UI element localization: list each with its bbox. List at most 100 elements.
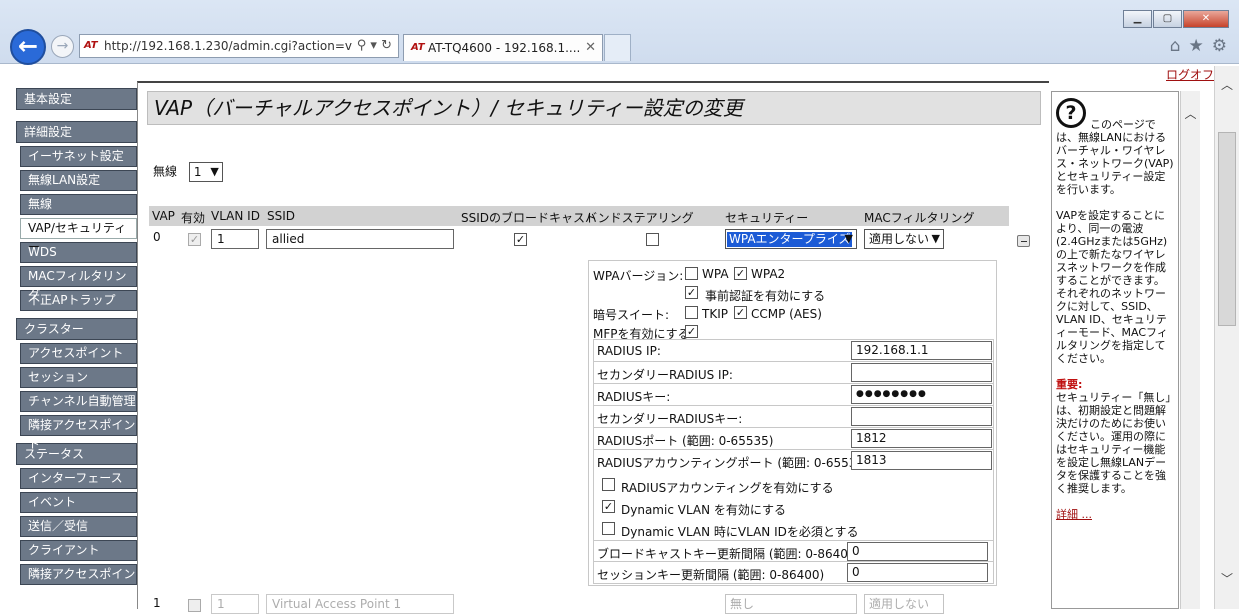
back-button[interactable]: ←	[10, 29, 46, 65]
radius-port-label: RADIUSポート (範囲: 0-65535)	[597, 434, 774, 448]
scroll-down-icon[interactable]: ﹀	[1215, 570, 1239, 587]
nav-item-neighbor-ap[interactable]: 隣接アクセスポイント	[20, 415, 137, 451]
vlan-id-input[interactable]: 1	[211, 229, 259, 249]
radius-key-row: RADIUSキー: ●●●●●●●●	[594, 384, 993, 406]
help-important-label: 重要:	[1056, 378, 1083, 391]
radio-select-value: 1	[193, 165, 202, 179]
secondary-radius-ip-input[interactable]	[851, 363, 992, 382]
ccmp-label: CCMP (AES)	[751, 307, 822, 321]
radius-acct-port-label: RADIUSアカウンティングポート (範囲: 0-65535)	[597, 456, 869, 470]
radius-port-input[interactable]: 1812	[851, 429, 992, 448]
mac-filter-select-row1[interactable]: 適用しない	[864, 594, 944, 614]
nav-section-advanced[interactable]: 詳細設定	[16, 121, 137, 143]
dynamic-vlan-checkbox[interactable]: ✓	[602, 500, 615, 513]
scroll-thumb[interactable]	[1218, 132, 1236, 326]
radius-accounting-label: RADIUSアカウンティングを有効にする	[621, 481, 834, 495]
security-select[interactable]: WPAエンタープライズ ▼	[725, 229, 857, 249]
scroll-up-icon[interactable]: ︿	[1215, 76, 1239, 93]
nav-item-channel-mgmt[interactable]: チャンネル自動管理	[20, 391, 137, 412]
settings-gear-icon[interactable]: ⚙	[1212, 36, 1227, 56]
home-icon[interactable]: ⌂	[1170, 36, 1181, 56]
nav-item-mac-filter[interactable]: MACフィルタリング	[20, 266, 137, 302]
nav-section-basic[interactable]: 基本設定	[16, 88, 137, 110]
secondary-radius-ip-label: セカンダリーRADIUS IP:	[597, 368, 733, 382]
col-ssid-broadcast: SSIDのブロードキャスト	[461, 211, 598, 225]
preauth-checkbox[interactable]: ✓	[685, 286, 698, 299]
main-content: VAP（バーチャルアクセスポイント）/ セキュリティー設定の変更 無線 1 ▼ V…	[137, 81, 1049, 614]
mfp-checkbox[interactable]: ✓	[685, 325, 698, 338]
band-steering-checkbox[interactable]	[646, 233, 659, 246]
enabled-checkbox[interactable]: ✓	[188, 233, 201, 246]
ccmp-checkbox[interactable]: ✓	[734, 306, 747, 319]
security-select-value: WPAエンタープライズ	[727, 232, 853, 247]
tkip-checkbox[interactable]	[685, 306, 698, 319]
new-tab-button[interactable]	[604, 34, 631, 61]
radius-ip-input[interactable]: 192.168.1.1	[851, 341, 992, 360]
radio-selector-row: 無線 1 ▼	[153, 162, 223, 182]
favorites-star-icon[interactable]: ★	[1189, 36, 1204, 56]
nav-item-wds[interactable]: WDS	[20, 242, 137, 263]
radius-accounting-checkbox[interactable]	[602, 478, 615, 491]
nav-item-radio[interactable]: 無線	[20, 194, 137, 215]
ssid-broadcast-checkbox[interactable]: ✓	[514, 233, 527, 246]
broadcast-key-input[interactable]: 0	[847, 542, 988, 561]
radio-label: 無線	[153, 164, 178, 179]
page-scrollbar[interactable]: ︿ ﹀	[1214, 66, 1239, 609]
close-tab-icon[interactable]: ✕	[585, 40, 596, 55]
nav-item-vap-security[interactable]: VAP/セキュリティー	[20, 218, 137, 254]
mac-filter-select-value: 適用しない	[869, 232, 930, 246]
tab-logo-icon: AT	[411, 42, 425, 53]
session-key-label: セッションキー更新間隔 (範囲: 0-86400)	[597, 568, 825, 582]
dynamic-vlan-required-checkbox[interactable]	[602, 522, 615, 535]
collapse-row-button[interactable]	[1017, 235, 1030, 247]
tkip-label: TKIP	[702, 307, 728, 321]
secondary-radius-ip-row: セカンダリーRADIUS IP:	[594, 362, 993, 384]
address-bar[interactable]: AT http://192.168.1.230/admin.cgi?action…	[79, 34, 399, 58]
radius-settings-box: RADIUS IP: 192.168.1.1 セカンダリーRADIUS IP: …	[593, 339, 994, 584]
nav-item-sessions[interactable]: セッション	[20, 367, 137, 388]
nav-item-clients[interactable]: クライアント	[20, 540, 137, 561]
vlan-id-input-row1[interactable]: 1	[211, 594, 259, 614]
secondary-radius-key-input[interactable]	[851, 407, 992, 426]
enabled-checkbox-row1[interactable]	[188, 599, 201, 612]
col-ssid: SSID	[267, 209, 296, 223]
logout-link[interactable]: ログオフ	[1166, 66, 1214, 83]
tab-title: AT-TQ4600 - 192.168.1....	[428, 41, 581, 55]
col-vap: VAP	[152, 209, 175, 223]
scroll-up-icon[interactable]: ︿	[1181, 105, 1200, 122]
minimize-button[interactable]: ▁	[1123, 10, 1152, 28]
wpa2-checkbox[interactable]: ✓	[734, 267, 747, 280]
ssid-input[interactable]: allied	[266, 229, 454, 249]
help-important-text: セキュリティー「無し」は、初期設定と問題解決だけのためにお使いください。運用の際…	[1056, 391, 1171, 495]
radio-select[interactable]: 1 ▼	[188, 162, 223, 182]
wpa-checkbox[interactable]	[685, 267, 698, 280]
nav-item-wlan-settings[interactable]: 無線LAN設定	[20, 170, 137, 191]
ssid-input-row1[interactable]: Virtual Access Point 1	[266, 594, 454, 614]
browser-tab[interactable]: AT AT-TQ4600 - 192.168.1.... ✕	[403, 34, 603, 61]
forward-button[interactable]: →	[51, 35, 74, 58]
nav-item-tx-rx[interactable]: 送信／受信	[20, 516, 137, 537]
vap-index: 0	[153, 230, 161, 244]
help-more-link[interactable]: 詳細 ...	[1056, 508, 1092, 521]
nav-section-cluster[interactable]: クラスター	[16, 318, 137, 340]
nav-section-status[interactable]: ステータス	[16, 443, 137, 465]
radius-key-input[interactable]: ●●●●●●●●	[851, 385, 992, 404]
search-refresh-icons[interactable]: ⚲ ▾ ↻	[357, 38, 392, 53]
nav-item-ethernet[interactable]: イーサネット設定	[20, 146, 137, 167]
nav-item-rogue-ap[interactable]: 不正APトラップ	[20, 290, 137, 311]
maximize-button[interactable]: ▢	[1153, 10, 1182, 28]
mac-filter-select[interactable]: 適用しない ▼	[864, 229, 944, 249]
wpa-version-label: WPAバージョン:	[593, 269, 684, 283]
security-select-row1[interactable]: 無し	[725, 594, 857, 614]
radius-acct-port-input[interactable]: 1813	[851, 451, 992, 470]
session-key-row: セッションキー更新間隔 (範囲: 0-86400) 0	[594, 562, 993, 584]
session-key-input[interactable]: 0	[847, 563, 988, 582]
nav-item-events[interactable]: イベント	[20, 492, 137, 513]
address-url[interactable]: http://192.168.1.230/admin.cgi?action=v	[104, 39, 352, 53]
nav-item-neighbor-ap-status[interactable]: 隣接アクセスポイント	[20, 564, 137, 600]
help-scrollbar[interactable]: ︿	[1180, 91, 1200, 609]
close-window-button[interactable]: ✕	[1183, 10, 1229, 28]
nav-item-interfaces[interactable]: インターフェース	[20, 468, 137, 489]
site-logo-icon: AT	[84, 40, 98, 51]
nav-item-access-points[interactable]: アクセスポイント	[20, 343, 137, 364]
